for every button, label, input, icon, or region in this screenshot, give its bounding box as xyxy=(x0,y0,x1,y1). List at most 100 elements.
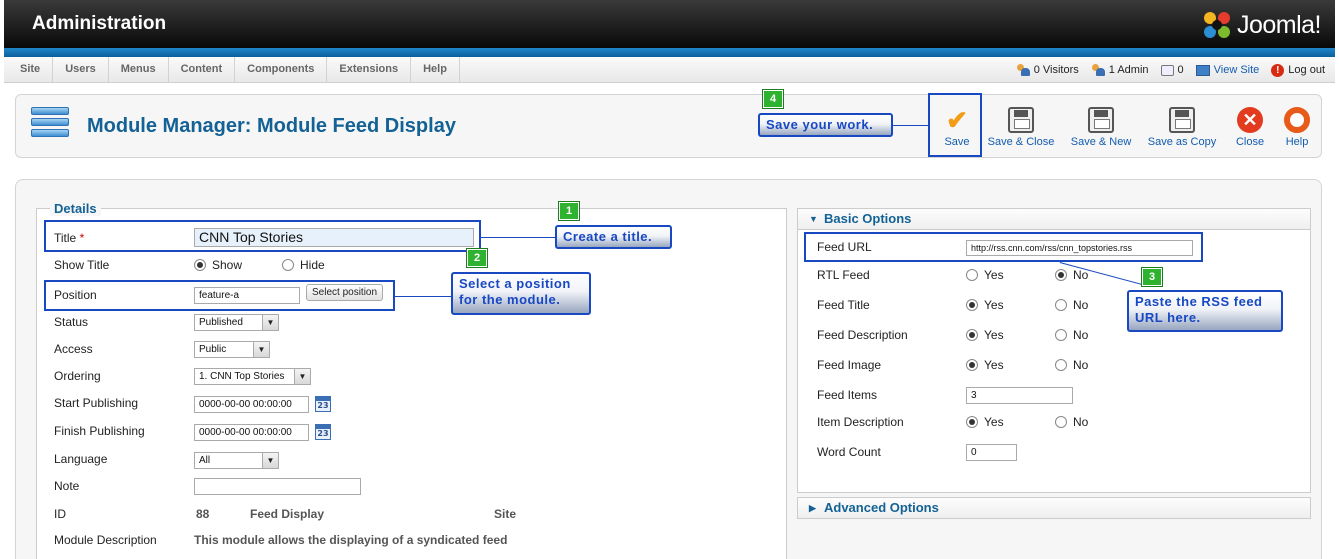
status-label: Status xyxy=(54,315,89,329)
finish-publishing-input[interactable]: 0000-00-00 00:00:00 xyxy=(194,424,309,441)
feed-title-label: Feed Title xyxy=(817,298,870,312)
feed-description-label: Feed Description xyxy=(817,328,908,342)
start-publishing-label: Start Publishing xyxy=(54,396,139,410)
position-highlight-box xyxy=(44,280,395,311)
rtl-feed-no-radio[interactable]: No xyxy=(1055,268,1088,282)
view-site-link[interactable]: View Site xyxy=(1195,64,1260,76)
step-4-callout: Save your work. xyxy=(758,113,893,137)
title-highlight-box xyxy=(44,220,481,252)
logout-label: Log out xyxy=(1288,64,1325,76)
note-label: Note xyxy=(54,479,80,493)
joomla-logo: Joomla! xyxy=(1201,9,1322,41)
menu-item-site[interactable]: Site xyxy=(8,57,54,83)
visitors-icon xyxy=(1016,64,1030,76)
close-button[interactable]: ✕ Close xyxy=(1230,95,1270,157)
step-1-callout: Create a title. xyxy=(555,225,672,249)
module-manager-icon xyxy=(31,107,69,143)
basic-options-toggle[interactable]: ▼ Basic Options xyxy=(797,208,1311,230)
feed-image-label: Feed Image xyxy=(817,358,882,372)
joomla-logo-icon xyxy=(1203,12,1230,38)
start-calendar-icon[interactable]: 23 xyxy=(315,396,331,412)
admins-status: 1 Admin xyxy=(1091,64,1149,76)
step-2-callout: Select a position for the module. xyxy=(451,272,591,315)
details-fieldset xyxy=(36,208,787,559)
menu-item-users[interactable]: Users xyxy=(53,57,109,83)
finish-calendar-icon[interactable]: 23 xyxy=(315,424,331,440)
admin-title: Administration xyxy=(32,13,167,34)
ordering-select[interactable]: 1. CNN Top Stories ▼ xyxy=(194,368,311,385)
item-description-label: Item Description xyxy=(817,415,904,429)
visitors-count: 0 Visitors xyxy=(1033,64,1079,76)
menu-bar: Site Users Menus Content Components Exte… xyxy=(4,57,1335,83)
module-description-label: Module Description xyxy=(54,533,157,547)
radio-selected-icon xyxy=(966,359,978,371)
messages-status[interactable]: 0 xyxy=(1160,64,1184,76)
save-copy-button[interactable]: Save as Copy xyxy=(1146,95,1218,157)
feed-items-label: Feed Items xyxy=(817,388,878,402)
id-value: 88 xyxy=(196,507,210,521)
dropdown-arrow-icon: ▼ xyxy=(253,342,269,357)
feed-description-no-radio[interactable]: No xyxy=(1055,328,1088,342)
feed-image-no-radio[interactable]: No xyxy=(1055,358,1088,372)
help-lifebuoy-icon xyxy=(1284,107,1310,133)
feed-items-input[interactable]: 3 xyxy=(966,387,1073,404)
feed-url-highlight-box xyxy=(804,232,1203,262)
view-site-label: View Site xyxy=(1213,64,1260,76)
radio-selected-icon xyxy=(966,299,978,311)
save-close-label: Save & Close xyxy=(987,136,1055,148)
rtl-feed-yes-radio[interactable]: Yes xyxy=(966,268,1004,282)
admin-user-icon xyxy=(1091,64,1105,76)
logout-icon: ! xyxy=(1271,63,1285,77)
radio-selected-icon xyxy=(966,329,978,341)
help-button[interactable]: Help xyxy=(1280,95,1314,157)
rtl-feed-label: RTL Feed xyxy=(817,268,870,282)
dropdown-arrow-icon: ▼ xyxy=(262,453,278,468)
status-select[interactable]: Published ▼ xyxy=(194,314,279,331)
item-description-yes-radio[interactable]: Yes xyxy=(966,415,1004,429)
feed-image-yes-radio[interactable]: Yes xyxy=(966,358,1004,372)
step-4-badge: 4 xyxy=(762,89,784,109)
radio-empty-icon xyxy=(1055,416,1067,428)
word-count-input[interactable]: 0 xyxy=(966,444,1017,461)
access-label: Access xyxy=(54,342,93,356)
view-site-icon xyxy=(1195,64,1210,76)
admin-header: Administration Joomla! xyxy=(4,0,1335,57)
dropdown-arrow-icon: ▼ xyxy=(294,369,310,384)
save-new-button[interactable]: Save & New xyxy=(1066,95,1136,157)
show-title-show-radio[interactable]: Show xyxy=(194,258,242,272)
status-bar: 0 Visitors 1 Admin 0 View Site ! Log out xyxy=(1016,57,1325,83)
dropdown-arrow-icon: ▼ xyxy=(262,315,278,330)
toolbar-panel: Module Manager: Module Feed Display ✔ Sa… xyxy=(15,94,1322,158)
callout-4-connector xyxy=(893,125,928,126)
show-title-hide-radio[interactable]: Hide xyxy=(282,258,325,272)
feed-title-no-radio[interactable]: No xyxy=(1055,298,1088,312)
access-select[interactable]: Public ▼ xyxy=(194,341,270,358)
word-count-label: Word Count xyxy=(817,445,881,459)
advanced-options-toggle[interactable]: ▶ Advanced Options xyxy=(797,497,1311,519)
language-select[interactable]: All ▼ xyxy=(194,452,279,469)
feed-title-yes-radio[interactable]: Yes xyxy=(966,298,1004,312)
feed-description-yes-radio[interactable]: Yes xyxy=(966,328,1004,342)
logout-link[interactable]: ! Log out xyxy=(1271,63,1325,77)
menu-item-content[interactable]: Content xyxy=(169,57,236,83)
item-description-no-radio[interactable]: No xyxy=(1055,415,1088,429)
step-3-callout: Paste the RSS feed URL here. xyxy=(1127,290,1283,332)
save-close-button[interactable]: Save & Close xyxy=(986,95,1056,157)
step-1-badge: 1 xyxy=(558,201,580,221)
callout-2-connector xyxy=(395,296,451,297)
step-2-badge: 2 xyxy=(466,248,488,268)
start-publishing-input[interactable]: 0000-00-00 00:00:00 xyxy=(194,396,309,413)
menu-item-menus[interactable]: Menus xyxy=(109,57,169,83)
note-input[interactable] xyxy=(194,478,361,495)
module-type-value: Feed Display xyxy=(250,507,325,521)
step-2-line-2: for the module. xyxy=(459,292,561,307)
save-new-disk-icon xyxy=(1088,107,1114,133)
menu-item-extensions[interactable]: Extensions xyxy=(327,57,412,83)
save-copy-label: Save as Copy xyxy=(1147,136,1217,148)
menu-item-help[interactable]: Help xyxy=(411,57,460,83)
close-label: Close xyxy=(1235,136,1265,148)
menu-item-components[interactable]: Components xyxy=(235,57,328,83)
save-highlight-box xyxy=(928,93,982,157)
details-legend: Details xyxy=(50,201,101,216)
finish-publishing-label: Finish Publishing xyxy=(54,424,145,438)
